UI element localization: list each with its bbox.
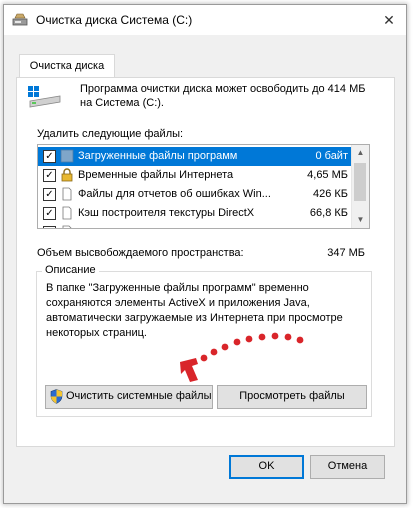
list-item[interactable]: ✓ Кэш построителя текстуры DirectX 66,8 … (38, 204, 352, 223)
list-item[interactable]: ✓ (38, 223, 352, 228)
clean-system-files-label: Очистить системные файлы (66, 390, 212, 402)
title-bar[interactable]: Очистка диска Система (C:) ✕ (4, 5, 406, 35)
window-title: Очистка диска Система (C:) (36, 13, 193, 27)
checkbox[interactable]: ✓ (43, 150, 56, 163)
scroll-thumb[interactable] (354, 163, 366, 201)
tab-disk-cleanup[interactable]: Очистка диска (19, 54, 115, 77)
annotation-arrow-icon (180, 332, 304, 382)
drive-icon (28, 86, 61, 108)
file-name: Временные файлы Интернета (78, 169, 234, 181)
clean-system-files-button[interactable]: Очистить системные файлы (45, 385, 213, 409)
file-size: 66,8 КБ (309, 207, 348, 219)
lock-icon (61, 168, 73, 182)
list-scrollbar[interactable]: ▲ ▼ (351, 145, 369, 228)
file-size: 426 КБ (312, 188, 348, 200)
shield-icon (50, 389, 63, 404)
list-item[interactable]: ✓ Временные файлы Интернета 4,65 МБ (38, 166, 352, 185)
checkbox[interactable]: ✓ (43, 226, 56, 228)
folder-icon (60, 149, 74, 163)
description-legend: Описание (42, 264, 99, 276)
total-space-value: 347 МБ (327, 247, 365, 259)
files-list-label: Удалить следующие файлы: (37, 128, 184, 140)
close-icon: ✕ (383, 11, 395, 28)
info-text: Программа очистки диска может освободить… (80, 83, 366, 109)
file-name: Загруженные файлы программ (78, 150, 238, 162)
view-files-button[interactable]: Просмотреть файлы (217, 385, 367, 409)
total-space-label: Объем высвобождаемого пространства: (37, 247, 244, 259)
file-name: Кэш построителя текстуры DirectX (78, 207, 255, 219)
disk-cleanup-icon (12, 13, 28, 26)
checkbox[interactable]: ✓ (43, 188, 56, 201)
checkbox[interactable]: ✓ (43, 169, 56, 182)
cancel-button[interactable]: Отмена (310, 455, 385, 479)
files-list[interactable]: ✓ Загруженные файлы программ 0 байт ✓ Вр… (37, 144, 370, 229)
ok-button[interactable]: OK (229, 455, 304, 479)
scroll-up-arrow-icon[interactable]: ▲ (352, 145, 369, 161)
close-button[interactable]: ✕ (372, 5, 406, 35)
file-name: Файлы для отчетов об ошибках Win... (78, 188, 271, 200)
tab-strip: Очистка диска (4, 35, 406, 77)
scroll-down-arrow-icon[interactable]: ▼ (352, 212, 369, 228)
document-icon (62, 225, 72, 228)
list-item[interactable]: ✓ Файлы для отчетов об ошибках Win... 42… (38, 185, 352, 204)
checkbox[interactable]: ✓ (43, 207, 56, 220)
document-icon (62, 206, 72, 220)
document-icon (62, 187, 72, 201)
file-size: 4,65 МБ (307, 169, 348, 181)
list-item[interactable]: ✓ Загруженные файлы программ 0 байт (38, 147, 352, 166)
file-size: 0 байт (315, 150, 348, 162)
